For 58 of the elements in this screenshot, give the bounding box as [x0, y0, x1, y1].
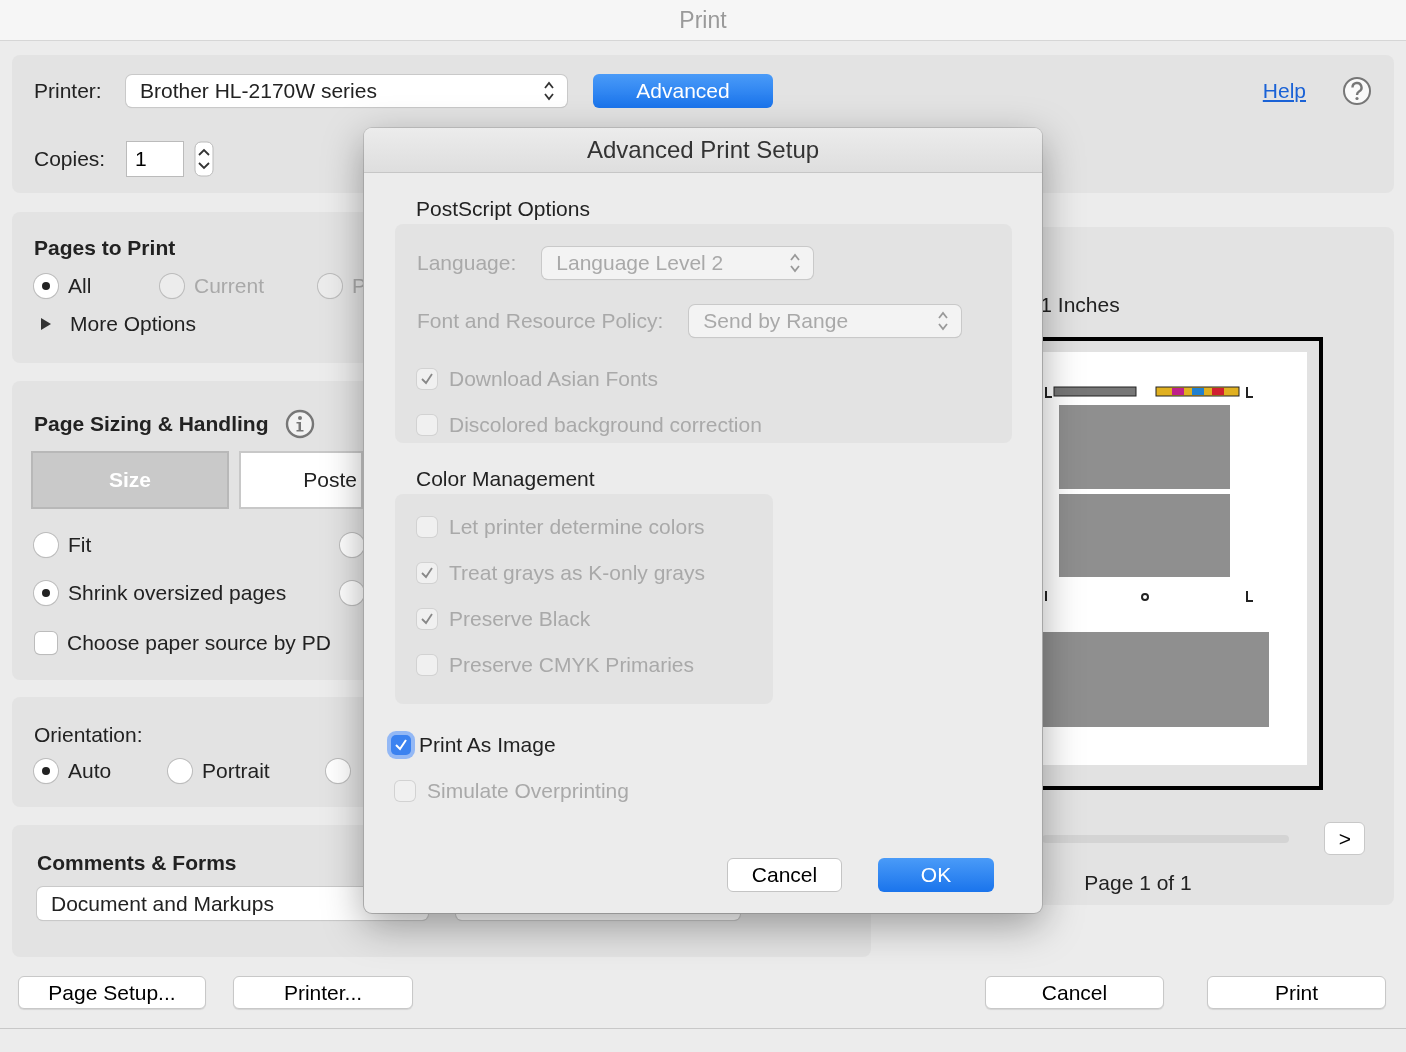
- stepper-icon[interactable]: [194, 141, 214, 177]
- info-icon[interactable]: [284, 409, 315, 439]
- chevron-icon: [937, 310, 950, 332]
- radio-label: Current: [194, 274, 265, 298]
- ok-button[interactable]: OK: [878, 858, 994, 892]
- cancel-button[interactable]: Cancel: [727, 858, 842, 892]
- cancel-button[interactable]: Cancel: [985, 976, 1164, 1009]
- radio-button[interactable]: [34, 581, 58, 605]
- radio-button[interactable]: [34, 759, 58, 783]
- section-title: Comments & Forms: [37, 851, 237, 875]
- checkbox-label: Treat grays as K-only grays: [449, 561, 705, 585]
- copies-label: Copies:: [34, 147, 107, 171]
- chevron-icon: [789, 252, 802, 274]
- checkbox-label: Let printer determine colors: [449, 515, 705, 539]
- chevron-icon: [543, 80, 555, 102]
- radio-button[interactable]: [340, 581, 364, 605]
- more-options-label[interactable]: More Options: [70, 312, 197, 336]
- printer-button[interactable]: Printer...: [233, 976, 413, 1009]
- checkbox-label: Discolored background correction: [449, 413, 762, 437]
- help-icon[interactable]: [1342, 76, 1372, 106]
- section-title: PostScript Options: [415, 197, 591, 221]
- radio-button[interactable]: [168, 759, 192, 783]
- help-link[interactable]: Help: [1262, 79, 1306, 103]
- checkbox[interactable]: [35, 632, 57, 654]
- dialog-title: Advanced Print Setup: [586, 136, 820, 164]
- radio-label: Shrink oversized pages: [68, 581, 287, 605]
- field-label: Font and Resource Policy:: [417, 309, 664, 333]
- sizing-tab[interactable]: Poste: [239, 451, 363, 509]
- section-title: Page Sizing & Handling: [34, 412, 269, 436]
- section-title: Pages to Print: [34, 236, 176, 260]
- checkbox-label: Download Asian Fonts: [449, 367, 658, 391]
- radio-label: Auto: [68, 759, 112, 783]
- checkbox-label: Print As Image: [419, 733, 556, 757]
- scroll-track[interactable]: [1042, 834, 1290, 843]
- printer-dropdown[interactable]: Brother HL-2170W series: [126, 75, 567, 107]
- advanced-button[interactable]: Advanced: [593, 74, 773, 108]
- page-count: Page 1 of 1: [1084, 871, 1193, 895]
- disclosure-triangle-icon[interactable]: [40, 317, 52, 331]
- section-title: Color Management: [415, 467, 596, 491]
- checkbox-label: Choose paper source by PD: [67, 631, 331, 655]
- radio-button[interactable]: [34, 274, 58, 298]
- field-label: Language:: [417, 251, 517, 275]
- radio-label: All: [68, 274, 92, 298]
- copies-field[interactable]: 1: [126, 141, 184, 177]
- radio-button[interactable]: [34, 533, 58, 557]
- radio-button[interactable]: [340, 533, 364, 557]
- printer-label: Printer:: [34, 79, 103, 103]
- checkbox-label: Preserve Black: [449, 607, 591, 631]
- checkbox-label: Preserve CMYK Primaries: [449, 653, 695, 677]
- next-page-button[interactable]: >: [1324, 822, 1366, 855]
- page-setup-button[interactable]: Page Setup...: [18, 976, 206, 1009]
- print-button[interactable]: Print: [1207, 976, 1386, 1009]
- window-title: Print: [679, 6, 727, 34]
- radio-label: Portrait: [202, 759, 270, 783]
- orientation-label: Orientation:: [34, 723, 143, 747]
- radio-label: Fit: [68, 533, 92, 557]
- radio-button[interactable]: [326, 759, 350, 783]
- checkbox-label: Simulate Overprinting: [427, 779, 629, 803]
